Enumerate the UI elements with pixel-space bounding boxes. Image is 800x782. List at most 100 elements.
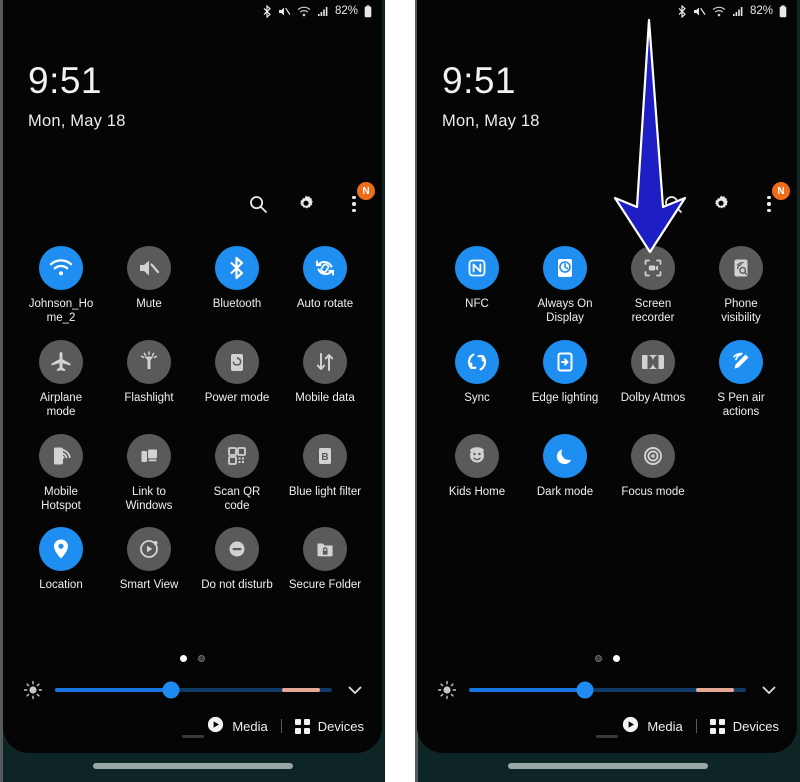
devices-button[interactable]: Devices xyxy=(709,718,779,734)
tile-secure-folder[interactable]: Secure Folder xyxy=(281,527,369,592)
do-not-disturb-icon xyxy=(215,527,259,572)
tile-label: Edge lighting xyxy=(531,391,599,404)
tile-smart-view[interactable]: Smart View xyxy=(105,527,193,592)
tile-bluetooth[interactable]: Bluetooth xyxy=(193,246,281,326)
home-indicator[interactable] xyxy=(92,763,293,769)
tile-sync[interactable]: Sync xyxy=(433,339,521,420)
tile-nfc[interactable]: NFC xyxy=(433,246,521,326)
brightness-icon xyxy=(435,678,459,702)
tile-mobile-data[interactable]: Mobile data xyxy=(281,339,369,420)
tile-do-not-disturb[interactable]: Do not disturb xyxy=(193,527,281,592)
tile-label: NFC xyxy=(465,298,489,310)
page-indicator xyxy=(417,655,797,662)
chevron-down-icon[interactable] xyxy=(758,681,780,699)
more-dots xyxy=(767,193,771,215)
tile-focus-mode[interactable]: Focus mode xyxy=(609,433,697,499)
screen-recorder-icon xyxy=(631,246,675,290)
tile-always-on-display[interactable]: Always On Display xyxy=(521,246,609,326)
battery-percent-text: 82% xyxy=(749,5,773,17)
tile-edge-lighting[interactable]: Edge lighting xyxy=(521,339,609,420)
tile-scan-qr-code[interactable]: Scan QR code xyxy=(193,433,281,514)
tile-dark-mode[interactable]: Dark mode xyxy=(521,433,609,499)
tile-label: Dolby Atmos xyxy=(620,391,686,404)
sync-icon xyxy=(455,339,499,384)
mute-icon xyxy=(127,246,171,290)
location-pin-icon xyxy=(39,527,83,572)
tile-label: Kids Home xyxy=(448,485,506,498)
panel-header-actions: N xyxy=(661,182,790,217)
tile-phone-visibility[interactable]: Phone visibility xyxy=(697,246,785,326)
page-indicator xyxy=(3,655,382,662)
brightness-thumb[interactable] xyxy=(576,681,594,699)
brightness-track[interactable] xyxy=(469,681,746,699)
panel-drag-handle[interactable] xyxy=(181,735,204,738)
more-dots xyxy=(352,193,356,215)
tile-empty-slot xyxy=(697,434,785,499)
search-icon[interactable] xyxy=(246,191,270,217)
phone-visibility-icon xyxy=(719,246,763,290)
tile-label: Blue light filter xyxy=(288,485,362,498)
notification-badge: N xyxy=(357,182,375,200)
brightness-warm-range xyxy=(696,688,734,692)
media-label: Media xyxy=(232,718,268,734)
tile-auto-rotate[interactable]: Auto rotate xyxy=(281,246,369,326)
brightness-thumb[interactable] xyxy=(162,681,180,699)
tile-label: Location xyxy=(39,579,83,592)
screenshot-stage: 82% 9:51 Mon, May 18 N Johnson_Home_2 Mu… xyxy=(0,0,800,782)
grid-icon xyxy=(294,718,310,734)
tile-label: Smart View xyxy=(119,579,179,592)
wifi-icon xyxy=(39,246,83,290)
home-indicator[interactable] xyxy=(507,763,708,769)
tile-airplane-mode[interactable]: Airplane mode xyxy=(17,339,105,420)
tile-link-to-windows[interactable]: Link to Windows xyxy=(105,433,193,514)
tile-flashlight[interactable]: Flashlight xyxy=(105,339,193,420)
tile-label: Airplane mode xyxy=(39,391,83,419)
bluetooth-icon xyxy=(215,246,259,290)
tile-wifi[interactable]: Johnson_Home_2 xyxy=(17,246,105,326)
tile-power-mode[interactable]: Power mode xyxy=(193,339,281,420)
tile-mute[interactable]: Mute xyxy=(105,246,193,326)
devices-button[interactable]: Devices xyxy=(294,718,364,734)
tile-s-pen-air-actions[interactable]: S Pen air actions xyxy=(697,339,785,420)
page-dot-1[interactable] xyxy=(180,655,187,662)
tile-kids-home[interactable]: Kids Home xyxy=(433,433,521,499)
clock-time: 9:51 xyxy=(442,60,517,101)
tile-label: Johnson_Home_2 xyxy=(28,298,94,325)
quick-settings-tiles: NFC Always On Display Screen recorder Ph… xyxy=(433,246,785,499)
status-bar: 82% xyxy=(263,0,372,22)
kids-home-icon xyxy=(455,433,499,478)
tile-screen-recorder[interactable]: Screen recorder xyxy=(609,246,697,326)
mute-icon xyxy=(693,5,706,18)
search-icon[interactable] xyxy=(661,191,685,217)
media-button[interactable]: Media xyxy=(622,716,683,736)
page-dot-2[interactable] xyxy=(198,655,205,662)
tile-blue-light-filter[interactable]: B Blue light filter xyxy=(281,433,369,514)
more-vertical-icon[interactable]: N xyxy=(342,182,375,217)
quick-settings-panel: 82% 9:51 Mon, May 18 N xyxy=(417,0,797,753)
tile-label: Mobile Hotspot xyxy=(41,485,81,512)
brightness-track[interactable] xyxy=(55,681,332,699)
tile-label: S Pen air actions xyxy=(717,391,765,419)
chevron-down-icon[interactable] xyxy=(344,681,366,699)
phone-screenshot-page-2: 82% 9:51 Mon, May 18 N NFC Always On Dis… xyxy=(415,0,800,782)
gear-icon[interactable] xyxy=(709,191,733,217)
panel-drag-handle[interactable] xyxy=(596,735,618,738)
grid-icon xyxy=(709,718,725,734)
s-pen-air-actions-icon xyxy=(719,339,763,384)
brightness-slider-row xyxy=(435,678,780,702)
flashlight-icon xyxy=(127,339,171,384)
page-dot-2[interactable] xyxy=(612,655,620,662)
media-button[interactable]: Media xyxy=(207,716,268,736)
tile-mobile-hotspot[interactable]: Mobile Hotspot xyxy=(17,433,105,514)
gear-icon[interactable] xyxy=(294,191,318,217)
page-dot-1[interactable] xyxy=(594,655,602,662)
tile-dolby-atmos[interactable]: Dolby Atmos xyxy=(609,339,697,420)
brightness-fill xyxy=(469,688,586,692)
dolby-atmos-icon xyxy=(631,339,675,384)
tile-label: Screen recorder xyxy=(631,298,675,325)
more-vertical-icon[interactable]: N xyxy=(757,182,790,217)
tile-location[interactable]: Location xyxy=(17,527,105,592)
battery-percent-text: 82% xyxy=(334,5,358,17)
svg-text:B: B xyxy=(321,452,328,463)
play-circle-icon xyxy=(622,716,639,736)
